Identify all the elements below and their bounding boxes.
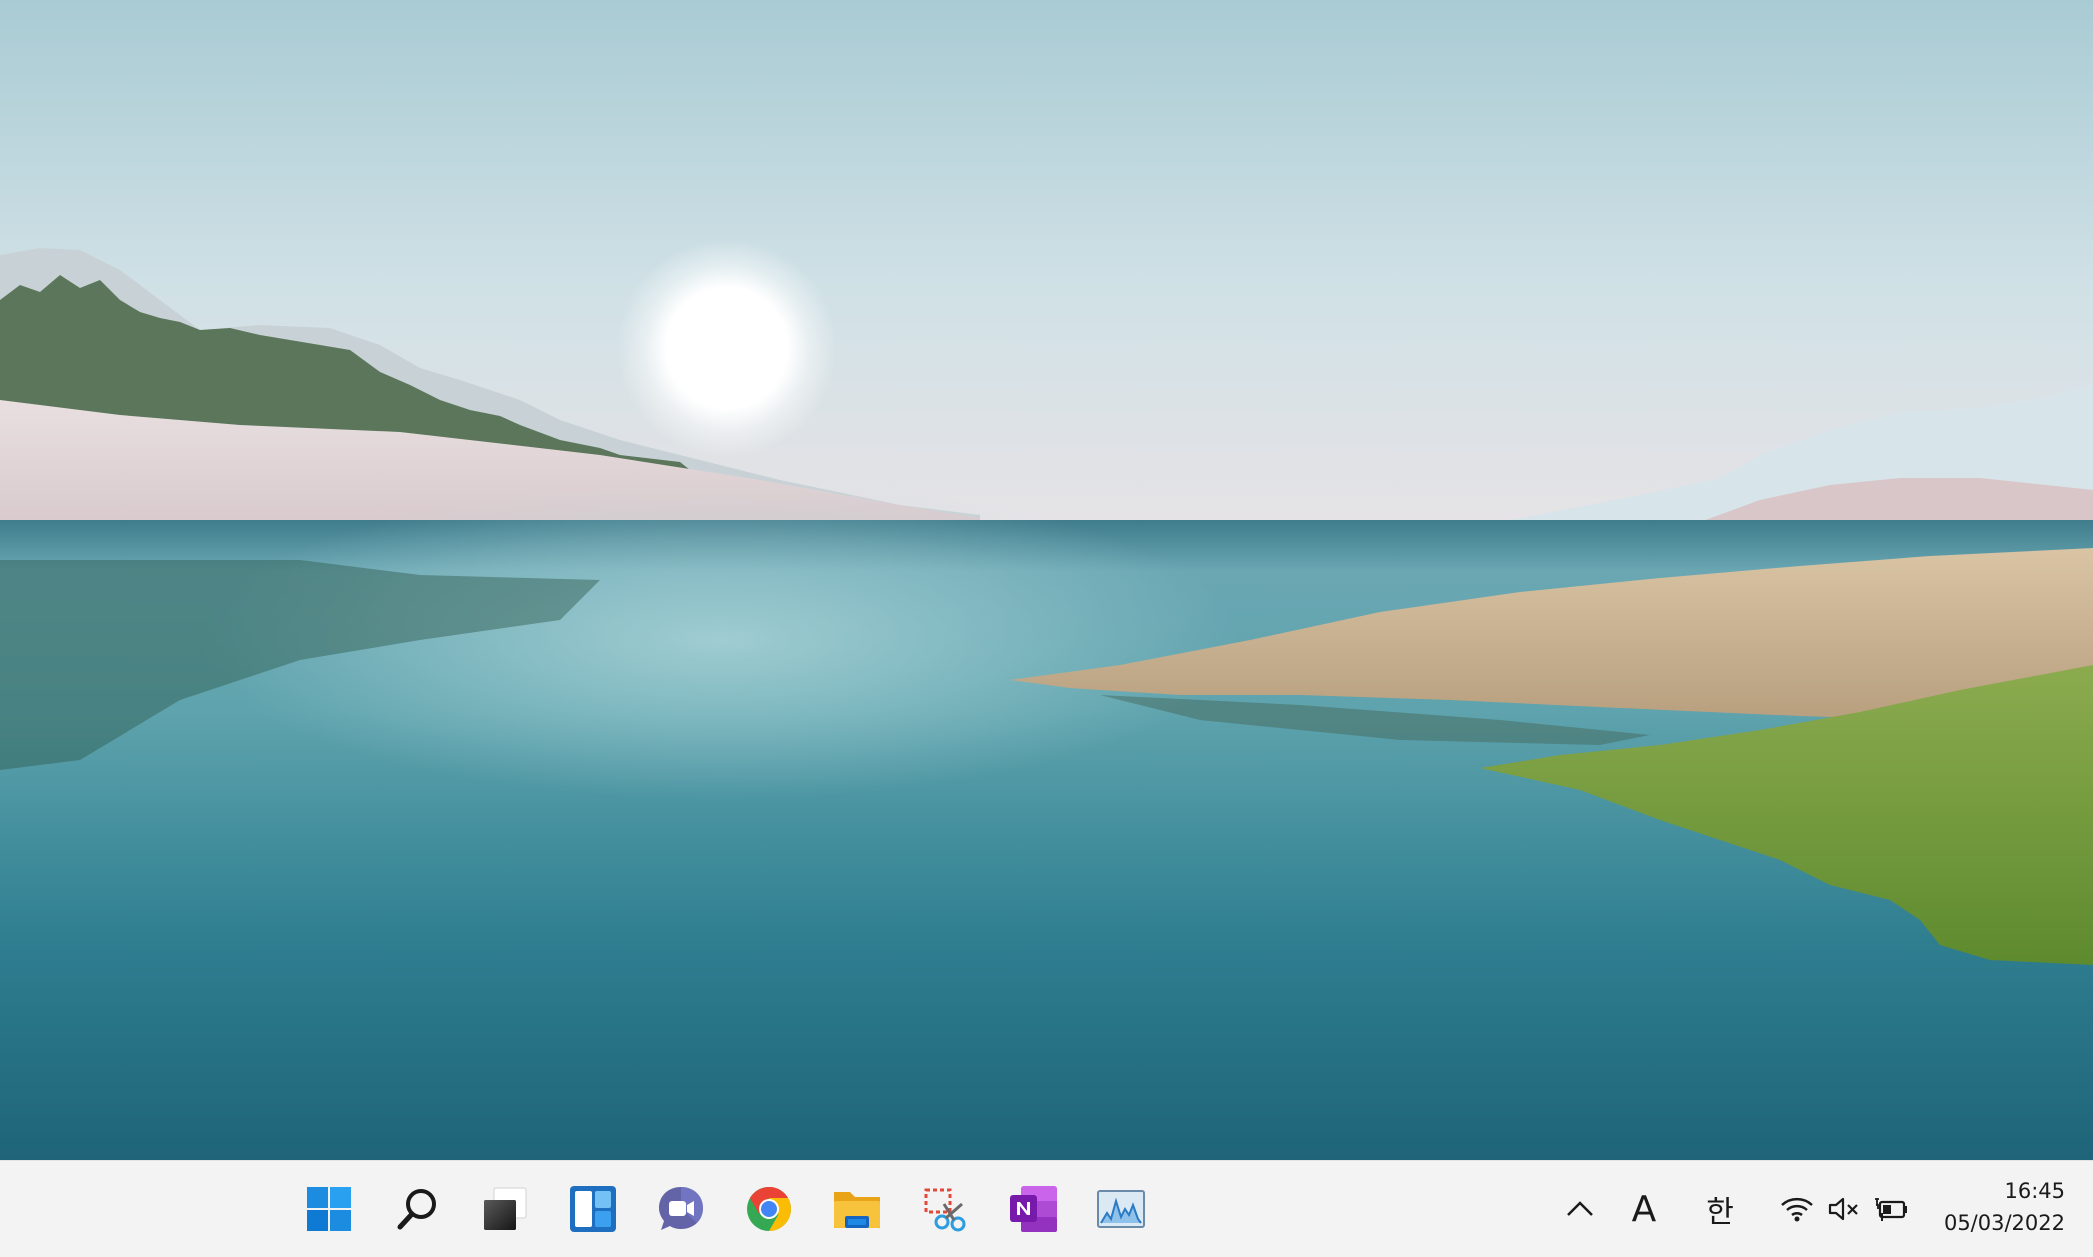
- chevron-up-icon: [1567, 1201, 1593, 1216]
- volume-button[interactable]: [1824, 1179, 1864, 1239]
- taskbar: A 한 16:45 05/03/2022: [0, 1160, 2093, 1257]
- snipping-tool-icon: [924, 1188, 966, 1232]
- teams-chat-icon: [659, 1187, 703, 1230]
- teams-chat-button[interactable]: [649, 1177, 713, 1241]
- clock[interactable]: 16:45 05/03/2022: [1944, 1175, 2065, 1239]
- search-button[interactable]: [385, 1177, 449, 1241]
- wifi-icon: [1781, 1197, 1813, 1222]
- battery-charging-icon: [1875, 1198, 1907, 1221]
- task-view-button[interactable]: [473, 1177, 537, 1241]
- network-button[interactable]: [1776, 1179, 1818, 1239]
- onenote-icon: [1010, 1186, 1057, 1232]
- ime-language-indicator[interactable]: 한: [1698, 1179, 1742, 1239]
- widgets-icon: [570, 1186, 616, 1232]
- chrome-button[interactable]: [737, 1177, 801, 1241]
- start-button[interactable]: [297, 1177, 361, 1241]
- clock-date: 05/03/2022: [1943, 1211, 2065, 1235]
- input-mode-indicator[interactable]: A: [1622, 1179, 1666, 1239]
- volume-muted-icon: [1828, 1197, 1858, 1221]
- onenote-button[interactable]: [1001, 1177, 1065, 1241]
- clock-time: 16:45: [2004, 1179, 2065, 1203]
- chrome-icon: [747, 1187, 791, 1231]
- desktop-wallpaper: [0, 0, 2093, 1160]
- desktop: [0, 0, 2093, 1160]
- widgets-button[interactable]: [561, 1177, 625, 1241]
- task-view-icon: [484, 1187, 527, 1230]
- file-explorer-button[interactable]: [825, 1177, 889, 1241]
- performance-monitor-icon: [1097, 1190, 1145, 1228]
- snipping-tool-button[interactable]: [913, 1177, 977, 1241]
- battery-button[interactable]: [1872, 1179, 1912, 1239]
- resource-monitor-button[interactable]: [1089, 1177, 1153, 1241]
- show-hidden-icons-button[interactable]: [1560, 1179, 1600, 1239]
- windows-start-icon: [307, 1187, 351, 1231]
- search-icon: [397, 1189, 436, 1230]
- file-explorer-icon: [834, 1192, 880, 1228]
